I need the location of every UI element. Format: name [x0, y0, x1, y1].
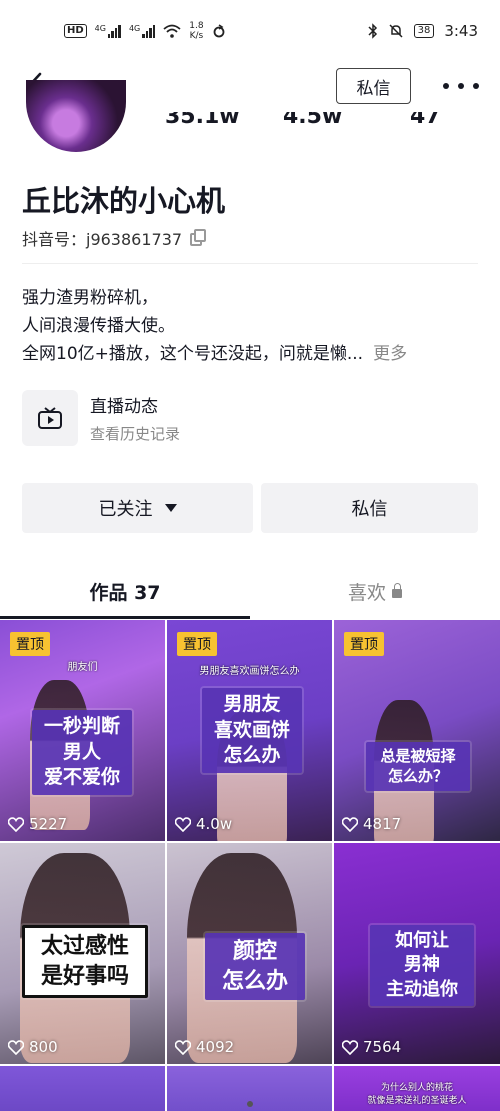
- tab-likes[interactable]: 喜欢: [250, 566, 500, 616]
- tab-works[interactable]: 作品 37: [0, 566, 250, 616]
- battery-icon: 38: [413, 24, 435, 38]
- video-thumb[interactable]: 太过感性 是好事吗 800: [0, 843, 165, 1064]
- stat-likes: 35.1w: [165, 112, 240, 128]
- message-button-top[interactable]: 私信: [336, 68, 411, 104]
- status-bar: HD 4G 4G 1.8 K/s 38 3:43: [0, 0, 500, 62]
- video-thumb[interactable]: 如何让 男神 主动追你 7564: [334, 843, 500, 1064]
- stat-fans: 47: [410, 112, 441, 128]
- heart-icon: [342, 816, 358, 832]
- message-button[interactable]: 私信: [261, 483, 478, 533]
- heart-icon: [8, 816, 24, 832]
- bio-more-link[interactable]: 更多: [373, 344, 407, 364]
- mute-bell-icon: [389, 24, 403, 38]
- video-thumb[interactable]: 颜控 怎么办 4092: [167, 843, 332, 1064]
- video-caption: 为什么别人的桃花 就像是来送礼的圣诞老人: [367, 1083, 467, 1106]
- video-title-card: 颜控 怎么办: [205, 933, 305, 1001]
- hd-icon: HD: [64, 24, 87, 38]
- likes-count: 5227: [8, 815, 67, 833]
- douyin-id: 抖音号：j963861737: [22, 226, 208, 250]
- video-grid: 置顶 朋友们 一秒判断 男人 爱不爱你 5227 置顶 男朋友喜欢画饼怎么办 男…: [0, 620, 500, 1111]
- sync-icon: [213, 24, 224, 38]
- video-title-card: 男朋友 喜欢画饼 怎么办: [202, 688, 302, 773]
- profile-name: 丘比沐的小心机: [22, 184, 226, 218]
- caret-down-icon: [164, 504, 177, 512]
- copy-icon[interactable]: [190, 229, 208, 247]
- video-title-card: 总是被短择 怎么办？: [366, 742, 470, 791]
- video-caption: 朋友们: [67, 662, 98, 673]
- video-thumb[interactable]: 置顶 总是被短择 怎么办？ 4817: [334, 620, 500, 841]
- bio: 强力渣男粉碎机， 人间浪漫传播大使。 全网10亿+播放，这个号还没起，问就是懒.…: [22, 284, 407, 368]
- video-thumb[interactable]: [0, 1066, 165, 1111]
- live-history[interactable]: 直播动态 查看历史记录: [22, 390, 180, 446]
- video-thumb[interactable]: 为什么别人的桃花 就像是来送礼的圣诞老人: [334, 1066, 500, 1111]
- pinned-badge: 置顶: [344, 632, 384, 656]
- heart-icon: [8, 1039, 24, 1055]
- likes-count: 4092: [175, 1038, 234, 1056]
- heart-icon: [175, 1039, 191, 1055]
- scroll-dot: [247, 1101, 253, 1107]
- likes-count: 4.0w: [175, 815, 232, 833]
- likes-count: 7564: [342, 1038, 401, 1056]
- video-title-card: 一秒判断 男人 爱不爱你: [32, 710, 132, 795]
- video-thumb[interactable]: 置顶 朋友们 一秒判断 男人 爱不爱你 5227: [0, 620, 165, 841]
- likes-count: 4817: [342, 815, 401, 833]
- bio-line: 强力渣男粉碎机，: [22, 288, 158, 308]
- bio-line: 全网10亿+播放，这个号还没起，问就是懒... 更多: [22, 344, 408, 364]
- video-title-card: 如何让 男神 主动追你: [370, 925, 474, 1006]
- divider: [22, 263, 478, 264]
- video-title-card: 太过感性 是好事吗: [22, 925, 148, 999]
- signal-icon: 4G: [95, 24, 121, 38]
- likes-count: 800: [8, 1038, 58, 1056]
- clock: 3:43: [444, 22, 478, 40]
- pinned-badge: 置顶: [10, 632, 50, 656]
- bluetooth-icon: [368, 23, 377, 39]
- video-caption: 男朋友喜欢画饼怎么办: [199, 666, 300, 677]
- signal-icon: 4G: [129, 24, 156, 38]
- profile-tabs: 作品 37 喜欢: [0, 566, 500, 620]
- video-thumb[interactable]: 置顶 男朋友喜欢画饼怎么办 男朋友 喜欢画饼 怎么办 4.0w: [167, 620, 332, 841]
- live-title: 直播动态: [90, 397, 158, 417]
- avatar[interactable]: [26, 80, 126, 152]
- pinned-badge: 置顶: [177, 632, 217, 656]
- more-dots-icon[interactable]: [443, 76, 479, 96]
- stat-following: 4.5w: [283, 112, 343, 128]
- tv-icon: [22, 390, 78, 446]
- tab-indicator: [0, 616, 250, 619]
- bio-line: 人间浪漫传播大使。: [22, 316, 175, 336]
- heart-icon: [342, 1039, 358, 1055]
- heart-icon: [175, 816, 191, 832]
- network-speed: 1.8 K/s: [189, 21, 204, 41]
- lock-icon: [392, 582, 402, 598]
- wifi-icon: [163, 24, 181, 38]
- live-subtitle: 查看历史记录: [90, 425, 181, 443]
- followed-button[interactable]: 已关注: [22, 483, 253, 533]
